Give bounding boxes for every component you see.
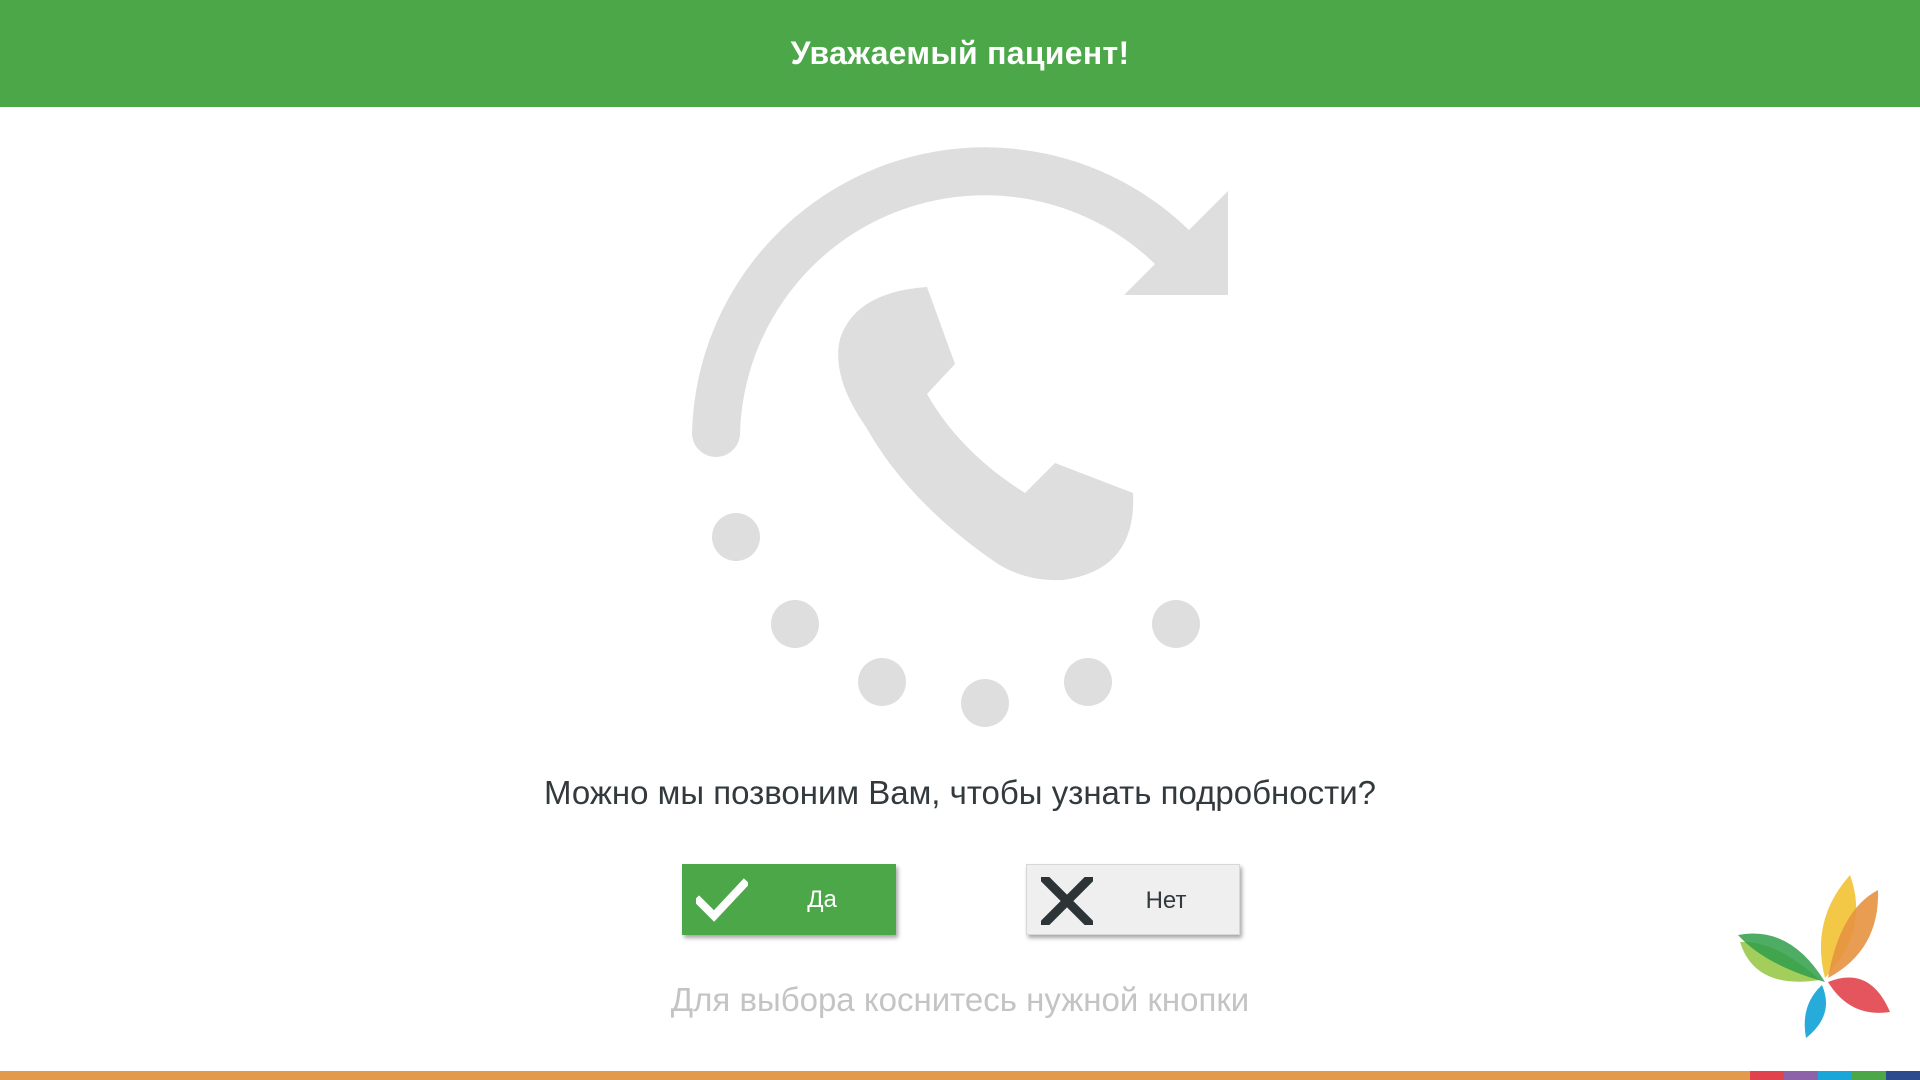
dot-shape [961, 679, 1009, 727]
no-button-label: Нет [1145, 886, 1187, 914]
clinic-logo [1730, 870, 1900, 1045]
yes-button[interactable]: Да [682, 864, 896, 935]
butterfly-logo-icon [1738, 875, 1890, 1038]
phone-handset-icon [838, 287, 1134, 581]
phone-callback-icon [692, 147, 1228, 727]
page-title: Уважаемый пациент! [790, 35, 1130, 71]
no-button[interactable]: Нет [1026, 864, 1240, 935]
dot-shape [1152, 600, 1200, 648]
dot-shape [1064, 658, 1112, 706]
bottom-bar-segment [1784, 1071, 1818, 1080]
hero-illustration [0, 107, 1920, 757]
bottom-bar-segment [1818, 1071, 1852, 1080]
yes-button-label: Да [807, 885, 837, 913]
dot-shape [712, 513, 760, 561]
checkmark-icon [693, 876, 750, 924]
callback-question: Можно мы позвоним Вам, чтобы узнать подр… [543, 774, 1376, 811]
header-bar: Уважаемый пациент! [0, 0, 1920, 107]
cross-icon [1040, 874, 1094, 928]
bottom-color-bar [0, 1071, 1920, 1080]
bottom-bar-segment [1852, 1071, 1886, 1080]
hint-text: Для выбора коснитесь нужной кнопки [670, 981, 1250, 1018]
bottom-bar-segment [1886, 1071, 1920, 1080]
dot-shape [858, 658, 906, 706]
callback-arc-shape [692, 147, 1201, 457]
bottom-bar-main [0, 1071, 1750, 1080]
dot-shape [771, 600, 819, 648]
bottom-bar-segment [1750, 1071, 1784, 1080]
